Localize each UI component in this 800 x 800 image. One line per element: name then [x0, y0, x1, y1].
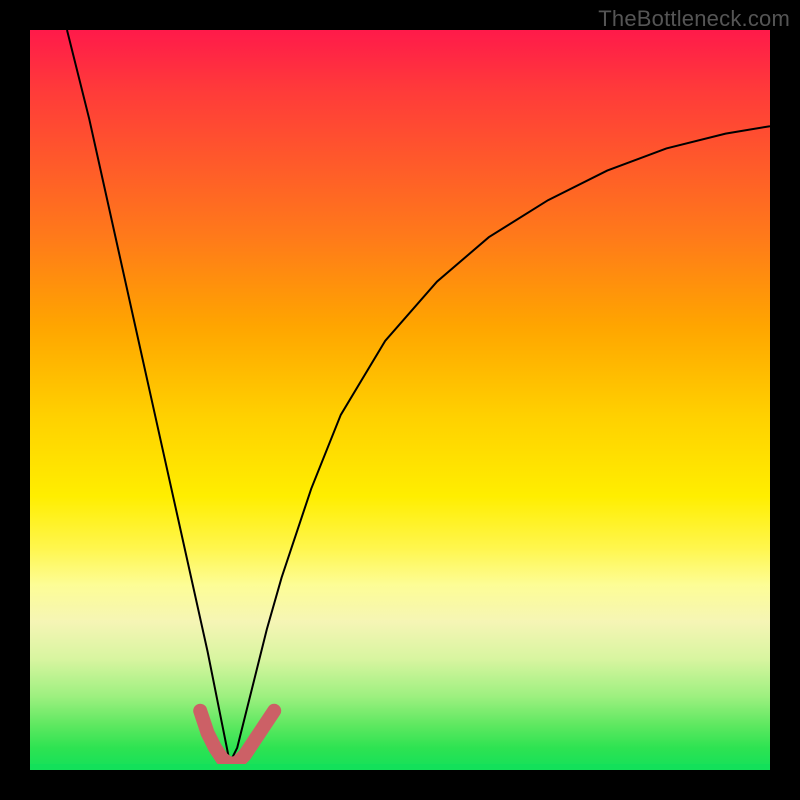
baseline — [30, 764, 770, 770]
chart-svg — [30, 30, 770, 770]
chart-area — [30, 30, 770, 770]
highlight-trough — [200, 711, 274, 764]
watermark-text: TheBottleneck.com — [598, 6, 790, 32]
bottleneck-curve — [67, 30, 770, 763]
